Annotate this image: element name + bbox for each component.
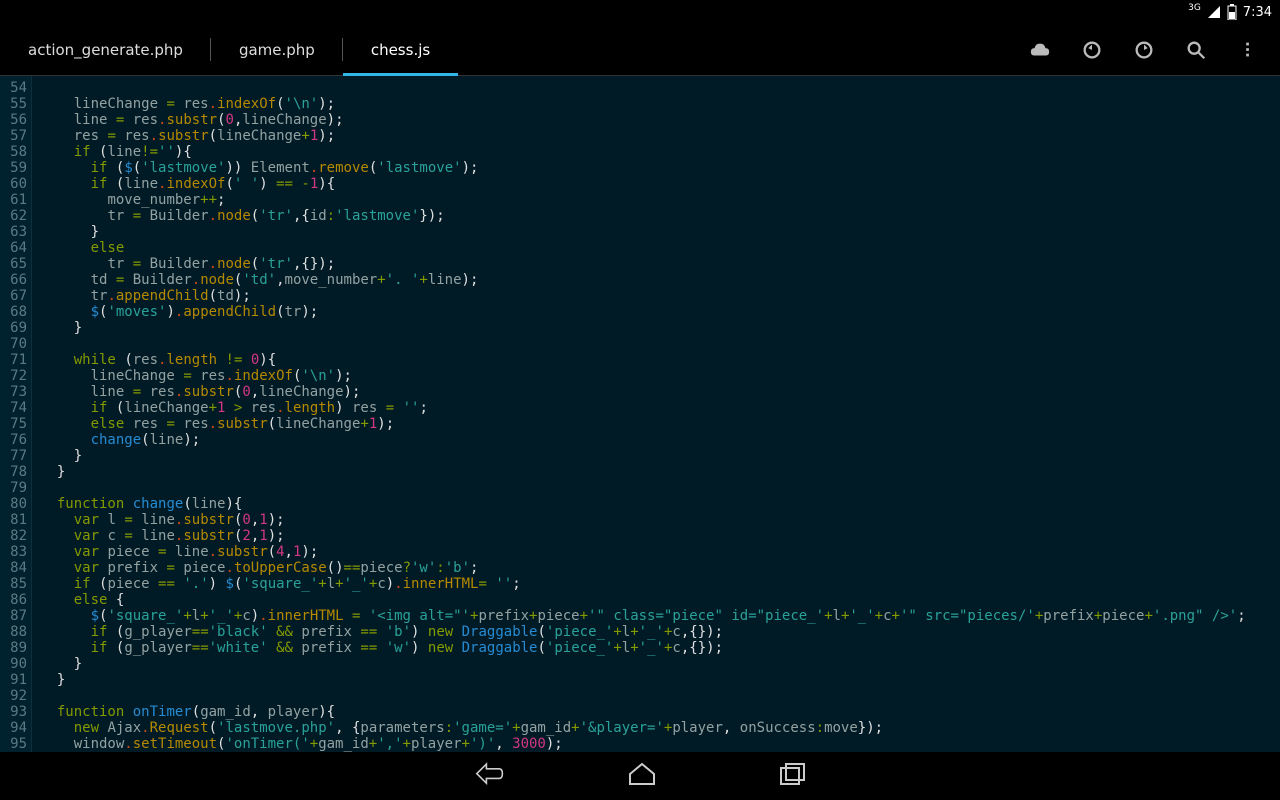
tab-action-generate[interactable]: action_generate.php [0, 24, 211, 75]
toolbar-actions [1008, 24, 1280, 75]
tab-label: game.php [239, 41, 315, 59]
search-icon[interactable] [1184, 38, 1208, 62]
signal-icon [1207, 5, 1221, 19]
tab-bar: action_generate.php game.php chess.js [0, 24, 1280, 76]
home-button[interactable] [626, 760, 658, 792]
redo-icon[interactable] [1132, 38, 1156, 62]
network-label: 3G [1188, 3, 1201, 13]
recent-apps-button[interactable] [778, 761, 808, 791]
tabs: action_generate.php game.php chess.js [0, 24, 458, 75]
overflow-menu-icon[interactable] [1236, 38, 1260, 62]
code-area[interactable]: lineChange = res.indexOf('\n'); line = r… [32, 76, 1280, 752]
line-number-gutter: 5455565758596061626364656667686970717273… [0, 76, 32, 752]
tab-chess[interactable]: chess.js [343, 24, 458, 75]
save-icon[interactable] [1028, 38, 1052, 62]
system-nav-bar [0, 752, 1280, 800]
tab-game[interactable]: game.php [211, 24, 343, 75]
clock: 7:34 [1243, 5, 1272, 20]
code-editor[interactable]: 5455565758596061626364656667686970717273… [0, 76, 1280, 752]
tab-label: action_generate.php [28, 41, 183, 59]
tab-label: chess.js [371, 41, 430, 59]
back-button[interactable] [472, 760, 506, 792]
status-bar: 3G 7:34 [0, 0, 1280, 24]
undo-icon[interactable] [1080, 38, 1104, 62]
battery-icon [1227, 4, 1237, 20]
